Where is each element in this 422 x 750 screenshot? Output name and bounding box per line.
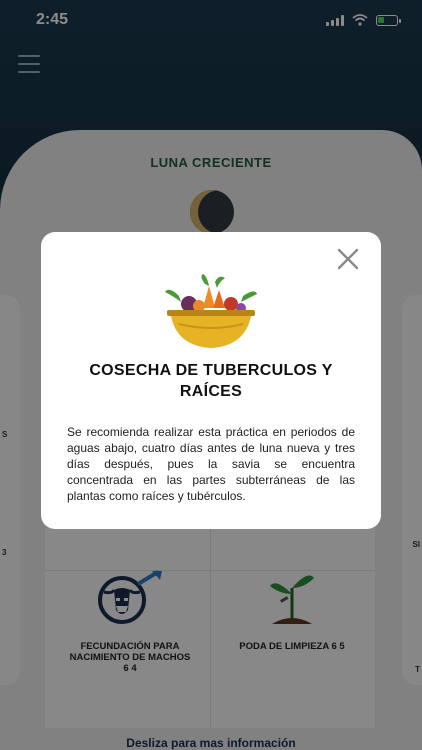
- vegetable-basket-icon: [159, 274, 263, 354]
- dialog-title: COSECHA DE TUBERCULOS Y RAÍCES: [61, 360, 361, 402]
- close-icon[interactable]: [337, 248, 359, 270]
- practice-dialog: COSECHA DE TUBERCULOS Y RAÍCES Se recomi…: [41, 232, 381, 529]
- dialog-title-line: COSECHA DE TUBERCULOS Y: [89, 362, 333, 379]
- dialog-body: Se recomienda realizar esta práctica en …: [67, 425, 355, 503]
- dialog-title-line: RAÍCES: [179, 383, 243, 400]
